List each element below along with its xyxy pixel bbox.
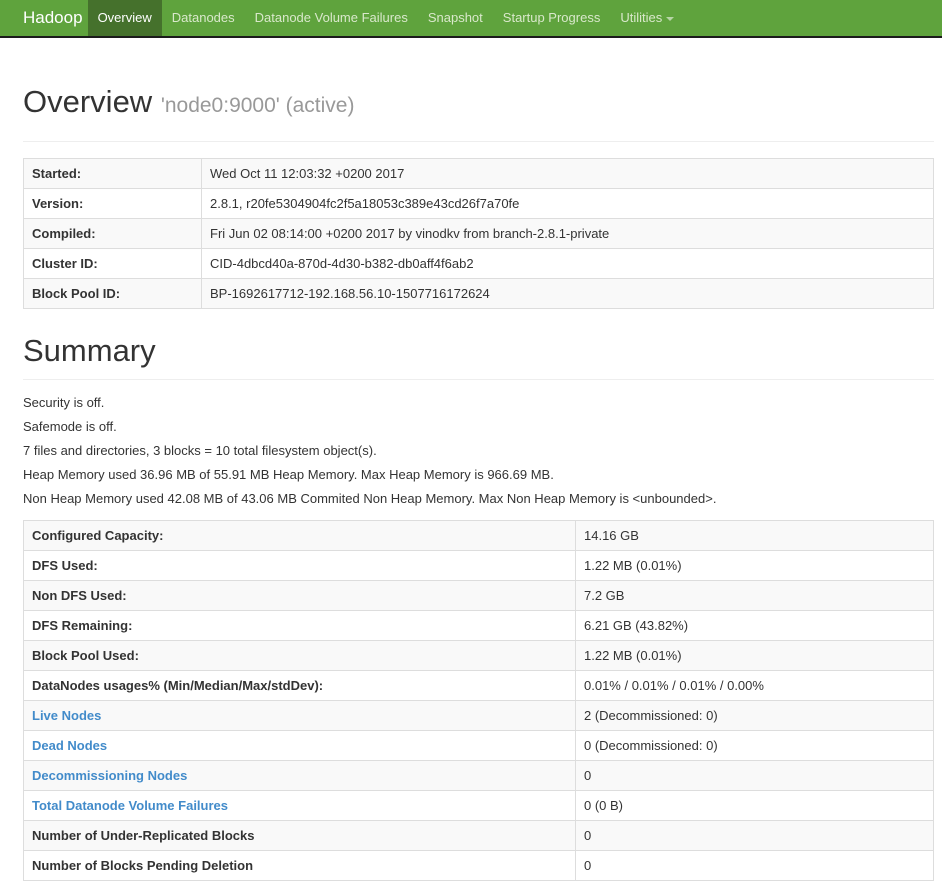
table-row: DFS Used: 1.22 MB (0.01%) (23, 550, 934, 581)
row-label: Number of Under-Replicated Blocks (23, 820, 576, 851)
table-row: Version: 2.8.1, r20fe5304904fc2f5a18053c3… (23, 188, 934, 219)
total-datanode-volume-failures-link[interactable]: Total Datanode Volume Failures (32, 798, 228, 813)
table-row: Configured Capacity: 14.16 GB (23, 520, 934, 551)
row-label: Decommissioning Nodes (23, 760, 576, 791)
row-value: Fri Jun 02 08:14:00 +0200 2017 by vinodk… (201, 218, 934, 249)
row-value: 0 (Decommissioned: 0) (575, 730, 934, 761)
nav-item-utilities: Utilities (610, 0, 684, 36)
row-label: DataNodes usages% (Min/Median/Max/stdDev… (23, 670, 576, 701)
table-row: Cluster ID: CID-4dbcd40a-870d-4d30-b382-d… (23, 248, 934, 279)
decommissioning-nodes-link[interactable]: Decommissioning Nodes (32, 768, 187, 783)
row-label: DFS Remaining: (23, 610, 576, 641)
row-value: 0 (0 B) (575, 790, 934, 821)
row-label: Live Nodes (23, 700, 576, 731)
title-divider (23, 141, 934, 142)
nav-item-startup-progress: Startup Progress (493, 0, 611, 36)
table-row: DFS Remaining: 6.21 GB (43.82%) (23, 610, 934, 641)
row-label: Block Pool ID: (23, 278, 202, 309)
table-row: Dead Nodes 0 (Decommissioned: 0) (23, 730, 934, 761)
table-row: Block Pool ID: BP-1692617712-192.168.56.1… (23, 278, 934, 309)
row-label: Compiled: (23, 218, 202, 249)
nav-link-snapshot[interactable]: Snapshot (418, 0, 493, 36)
table-row: Number of Blocks Pending Deletion 0 (23, 850, 934, 881)
table-row: Total Datanode Volume Failures 0 (0 B) (23, 790, 934, 821)
table-row: DataNodes usages% (Min/Median/Max/stdDev… (23, 670, 934, 701)
table-row: Non DFS Used: 7.2 GB (23, 580, 934, 611)
row-value: 7.2 GB (575, 580, 934, 611)
row-value: 0.01% / 0.01% / 0.01% / 0.00% (575, 670, 934, 701)
row-label: Version: (23, 188, 202, 219)
nav-link-overview[interactable]: Overview (87, 0, 162, 36)
row-label: Started: (23, 158, 202, 189)
page-content: Overview 'node0:9000' (active) Started: W… (0, 84, 942, 881)
row-value: Wed Oct 11 12:03:32 +0200 2017 (201, 158, 934, 189)
summary-note: Safemode is off. (23, 419, 117, 434)
summary-note: Non Heap Memory used 42.08 MB of 43.06 M… (23, 491, 717, 506)
row-value: BP-1692617712-192.168.56.10-150771617262… (201, 278, 934, 309)
nav-item-datanodes: Datanodes (162, 0, 245, 36)
summary-table-body: Configured Capacity: 14.16 GB DFS Used: 1.2… (23, 520, 934, 881)
brand-hadoop[interactable]: Hadoop (23, 0, 83, 36)
nav-item-datanode-volume-failures: Datanode Volume Failures (245, 0, 418, 36)
row-value: 1.22 MB (0.01%) (575, 640, 934, 671)
caret-down-icon (666, 16, 675, 21)
row-value: 0 (575, 760, 934, 791)
row-value: 14.16 GB (575, 520, 934, 551)
nav-link-datanodes[interactable]: Datanodes (162, 0, 245, 36)
info-table: Started: Wed Oct 11 12:03:32 +0200 2017 Ve… (23, 158, 934, 309)
nav-link-utilities[interactable]: Utilities (610, 0, 684, 36)
summary-divider (23, 379, 934, 380)
row-label: Block Pool Used: (23, 640, 576, 671)
info-table-body: Started: Wed Oct 11 12:03:32 +0200 2017 Ve… (23, 158, 934, 309)
row-label: DFS Used: (23, 550, 576, 581)
table-row: Block Pool Used: 1.22 MB (0.01%) (23, 640, 934, 671)
table-row: Number of Under-Replicated Blocks 0 (23, 820, 934, 851)
table-row: Decommissioning Nodes 0 (23, 760, 934, 791)
summary-note: Heap Memory used 36.96 MB of 55.91 MB He… (23, 467, 554, 482)
nav-link-startup-progress[interactable]: Startup Progress (493, 0, 611, 36)
row-value: 2 (Decommissioned: 0) (575, 700, 934, 731)
page-subtitle: 'node0:9000' (active) (160, 94, 355, 117)
table-row: Compiled: Fri Jun 02 08:14:00 +0200 2017 … (23, 218, 934, 249)
navbar: Hadoop Overview Datanodes Datanode Volume … (0, 0, 942, 38)
dead-nodes-link[interactable]: Dead Nodes (32, 738, 107, 753)
summary-note: 7 files and directories, 3 blocks = 10 t… (23, 443, 377, 458)
row-label: Configured Capacity: (23, 520, 576, 551)
nav-link-datanode-volume-failures[interactable]: Datanode Volume Failures (245, 0, 418, 36)
summary-table: Configured Capacity: 14.16 GB DFS Used: 1.2… (23, 520, 934, 881)
page-title: Overview 'node0:9000' (active) (23, 84, 934, 124)
row-label: Cluster ID: (23, 248, 202, 279)
summary-note: Security is off. (23, 395, 105, 410)
row-label: Non DFS Used: (23, 580, 576, 611)
table-row: Started: Wed Oct 11 12:03:32 +0200 2017 (23, 158, 934, 189)
summary-notes: Security is off. Safemode is off. 7 files … (23, 396, 934, 506)
row-value: 0 (575, 850, 934, 881)
row-value: 2.8.1, r20fe5304904fc2f5a18053c389e43cd2… (201, 188, 934, 219)
summary-title: Summary (23, 333, 156, 368)
page-title-text: Overview (23, 84, 153, 119)
row-value: CID-4dbcd40a-870d-4d30-b382-db0aff4f6ab2 (201, 248, 934, 279)
row-label: Dead Nodes (23, 730, 576, 761)
table-row: Live Nodes 2 (Decommissioned: 0) (23, 700, 934, 731)
row-value: 0 (575, 820, 934, 851)
nav-item-snapshot: Snapshot (418, 0, 493, 36)
row-label: Total Datanode Volume Failures (23, 790, 576, 821)
live-nodes-link[interactable]: Live Nodes (32, 708, 101, 723)
title-block: Overview 'node0:9000' (active) (23, 84, 934, 124)
row-value: 1.22 MB (0.01%) (575, 550, 934, 581)
row-value: 6.21 GB (43.82%) (575, 610, 934, 641)
navbar-menu: Overview Datanodes Datanode Volume Failure… (87, 0, 685, 36)
row-label: Number of Blocks Pending Deletion (23, 850, 576, 881)
nav-item-overview: Overview (87, 0, 162, 36)
